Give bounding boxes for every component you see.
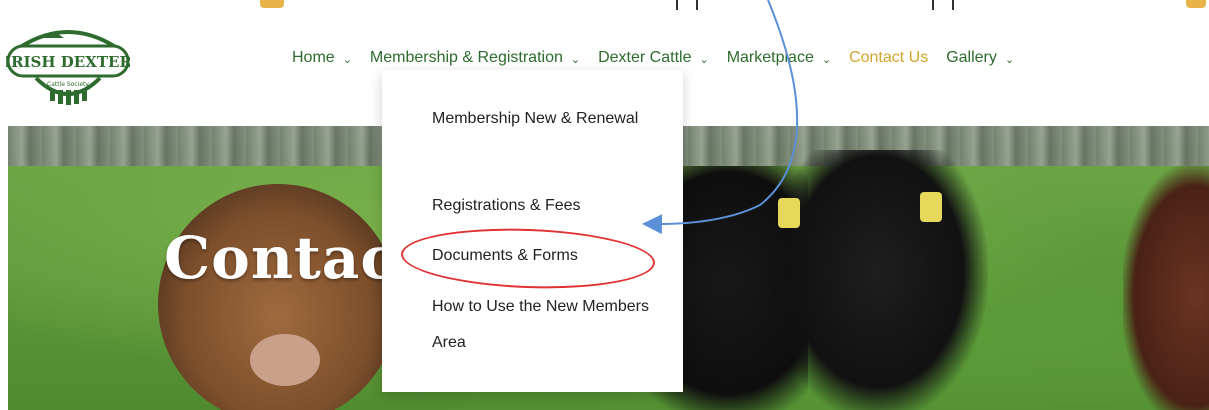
ear-tag	[920, 192, 942, 222]
chevron-down-icon: ⌄	[570, 53, 581, 66]
top-strip-decoration	[260, 0, 284, 8]
logo-subtext: Cattle Society	[47, 81, 89, 88]
nav-item-label: Membership & Registration	[369, 49, 563, 66]
nav-item-label: Home	[292, 49, 335, 66]
nav-item-label: Marketplace	[726, 49, 814, 66]
dropdown-item-registrations-fees[interactable]: Registrations & Fees	[432, 188, 662, 224]
membership-dropdown-menu: Membership New & Renewal Registrations &…	[382, 70, 683, 392]
red-cow-image	[1123, 166, 1209, 410]
page-title: Contac	[164, 224, 397, 292]
nav-item-label: Dexter Cattle	[598, 49, 692, 66]
black-cow-image	[768, 150, 988, 410]
ear-tag	[778, 198, 800, 228]
dropdown-item-membership-new-renewal[interactable]: Membership New & Renewal	[432, 101, 662, 137]
brown-cow-image	[158, 184, 398, 410]
nav-item-label: Contact Us	[849, 49, 929, 66]
dropdown-item-how-to-use-members-area[interactable]: How to Use the New Members Area	[432, 289, 662, 361]
chevron-down-icon: ⌄	[821, 53, 832, 66]
nav-item-marketplace[interactable]: Marketplace ⌄	[718, 36, 840, 80]
chevron-down-icon: ⌄	[699, 53, 709, 66]
nav-item-label: Gallery	[946, 49, 997, 66]
cow-snout	[250, 334, 320, 386]
nav-item-contact-us[interactable]: Contact Us	[840, 36, 937, 80]
logo-text: IRISH DEXTER	[6, 53, 130, 71]
chevron-down-icon: ⌄	[342, 53, 352, 66]
nav-item-gallery[interactable]: Gallery ⌄	[937, 36, 1023, 80]
nav-item-home[interactable]: Home ⌄	[283, 36, 361, 80]
top-strip-decoration	[1186, 0, 1206, 8]
dropdown-item-documents-forms[interactable]: Documents & Forms	[432, 238, 662, 274]
irish-dexter-logo[interactable]: IRISH DEXTER Cattle Society	[6, 24, 130, 112]
chevron-down-icon: ⌄	[1004, 53, 1015, 66]
